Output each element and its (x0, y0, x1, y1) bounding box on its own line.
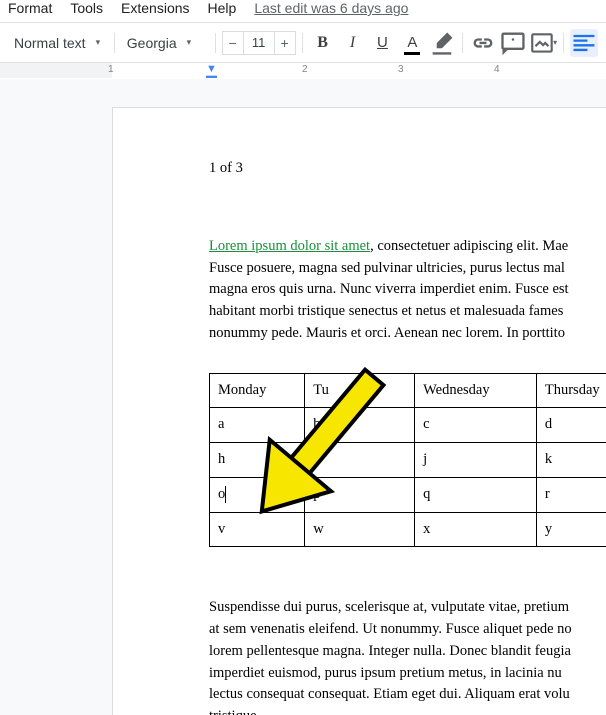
table-cell[interactable]: k (536, 443, 606, 478)
last-edit-link[interactable]: Last edit was 6 days ago (254, 0, 408, 16)
body-text: lorem pellentesque magna. Integer nulla.… (209, 643, 571, 659)
table-cell[interactable]: y (536, 512, 606, 547)
separator (114, 33, 115, 53)
comment-icon (499, 29, 527, 57)
document-canvas[interactable]: 1 of 3 Lorem ipsum dolor sit amet, conse… (0, 79, 606, 715)
body-text: Suspendisse dui purus, scelerisque at, v… (209, 599, 569, 615)
table-cell[interactable]: a (210, 408, 305, 443)
table-row[interactable]: h i j k l (210, 443, 606, 478)
font-size-group: − + (222, 31, 296, 55)
text-color-button[interactable]: A (398, 29, 426, 57)
highlighter-icon (428, 29, 456, 57)
body-text: Fusce posuere, magna sed pulvinar ultric… (209, 260, 565, 276)
align-button[interactable] (570, 29, 598, 57)
insert-link-button[interactable] (469, 29, 497, 57)
menu-tools[interactable]: Tools (70, 0, 103, 16)
table-cell[interactable]: v (210, 512, 305, 547)
paragraph[interactable]: Lorem ipsum dolor sit amet, consectetuer… (209, 236, 606, 345)
table-cell[interactable]: p (305, 477, 415, 512)
font-size-increase-button[interactable]: + (274, 31, 296, 55)
text-cursor (225, 486, 226, 503)
table-cell-active[interactable]: o▾ (210, 477, 305, 512)
document-page[interactable]: 1 of 3 Lorem ipsum dolor sit amet, conse… (112, 107, 606, 715)
table-row[interactable]: Monday Tu day Wednesday Thursday Frida (210, 373, 606, 408)
paragraph-style-dropdown[interactable]: Normal text (8, 31, 108, 55)
table-row[interactable]: v w x y z (210, 512, 606, 547)
font-size-input[interactable] (244, 31, 274, 55)
separator (563, 33, 564, 53)
ruler[interactable]: 1 ▼ ▬ 2 3 4 (0, 63, 606, 79)
table-header-cell[interactable]: Tu day (305, 373, 415, 408)
ruler-mark: 4 (494, 64, 500, 75)
table-cell[interactable]: r (536, 477, 606, 512)
table-row[interactable]: o▾ p q r s (210, 477, 606, 512)
toolbar: Normal text Georgia − + B I U A ▾ (0, 23, 606, 63)
ruler-mark: 1 (108, 64, 114, 75)
table-cell[interactable]: d (536, 408, 606, 443)
table-cell[interactable]: c (415, 408, 537, 443)
cell-dropdown-icon[interactable]: ▾ (290, 489, 302, 501)
table-header-cell[interactable]: Monday (210, 373, 305, 408)
chevron-down-icon: ▾ (553, 38, 557, 47)
page-number: 1 of 3 (209, 158, 606, 180)
font-size-decrease-button[interactable]: − (222, 31, 244, 55)
highlight-color-button[interactable] (428, 29, 456, 57)
separator (302, 33, 303, 53)
body-text: imperdiet euismod, purus ipsum pretium m… (209, 665, 562, 681)
body-text: lectus consequat consequat. Etiam eget d… (209, 686, 570, 702)
indent-marker-icon[interactable]: ▬ (206, 70, 217, 79)
image-icon (529, 30, 555, 56)
table-cell[interactable]: q (415, 477, 537, 512)
body-text: nonummy pede. Mauris et orci. Aenean nec… (209, 325, 565, 341)
table-cell[interactable]: i (305, 443, 415, 478)
font-family-dropdown[interactable]: Georgia (121, 31, 209, 55)
table-row[interactable]: a b c d e (210, 408, 606, 443)
bold-button[interactable]: B (309, 29, 337, 57)
body-text: habitant morbi tristique senectus et net… (209, 303, 563, 319)
menu-format[interactable]: Format (8, 0, 52, 16)
insert-image-button[interactable]: ▾ (529, 29, 557, 57)
body-text: tristique. (209, 708, 260, 715)
table-cell[interactable]: b (305, 408, 415, 443)
italic-button[interactable]: I (339, 29, 367, 57)
hyperlink[interactable]: Lorem ipsum dolor sit amet (209, 238, 370, 254)
ruler-mark: 3 (398, 64, 404, 75)
separator (462, 33, 463, 53)
table-cell[interactable]: w (305, 512, 415, 547)
table-header-cell[interactable]: Wednesday (415, 373, 537, 408)
table-header-cell[interactable]: Thursday (536, 373, 606, 408)
body-text: at sem venenatis eleifend. Ut nonummy. F… (209, 621, 572, 637)
link-icon (469, 29, 497, 57)
align-left-icon (570, 29, 598, 57)
separator (215, 33, 216, 53)
body-text: magna eros quis urna. Nunc viverra imper… (209, 281, 569, 297)
table-cell[interactable]: j (415, 443, 537, 478)
menu-help[interactable]: Help (208, 0, 237, 16)
ruler-mark: 2 (302, 64, 308, 75)
document-table[interactable]: Monday Tu day Wednesday Thursday Frida a… (209, 373, 606, 548)
table-cell[interactable]: h (210, 443, 305, 478)
table-cell[interactable]: x (415, 512, 537, 547)
paragraph[interactable]: Suspendisse dui purus, scelerisque at, v… (209, 597, 606, 715)
menu-extensions[interactable]: Extensions (121, 0, 189, 16)
add-comment-button[interactable] (499, 29, 527, 57)
body-text: , consectetuer adipiscing elit. Mae (370, 238, 568, 254)
underline-button[interactable]: U (368, 29, 396, 57)
menu-bar: Format Tools Extensions Help Last edit w… (0, 0, 606, 23)
ruler-marks: 1 ▼ ▬ 2 3 4 (0, 63, 606, 78)
